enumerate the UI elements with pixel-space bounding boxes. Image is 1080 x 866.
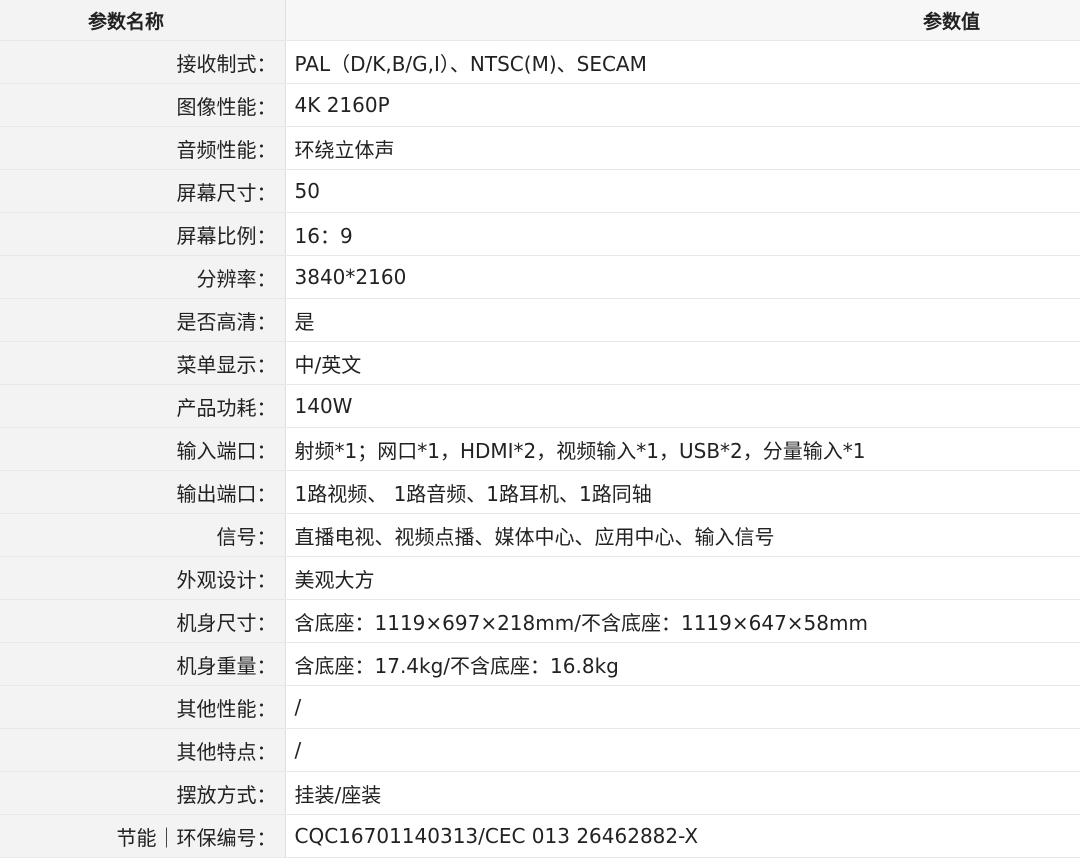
param-name: 产品功耗： bbox=[0, 384, 286, 428]
param-name: 节能｜环保编号： bbox=[0, 814, 286, 858]
param-value: 挂装/座装 bbox=[285, 771, 1080, 815]
param-name: 其他特点： bbox=[0, 728, 286, 772]
table-row: 节能｜环保编号： CQC16701140313/CEC 013 26462882… bbox=[0, 814, 1080, 858]
param-value: / bbox=[285, 685, 1080, 729]
param-value: 中/英文 bbox=[285, 341, 1080, 385]
param-name: 屏幕比例： bbox=[0, 212, 286, 256]
param-name: 屏幕尺寸： bbox=[0, 169, 286, 213]
table-row: 输入端口： 射频*1；网口*1，HDMI*2，视频输入*1，USB*2，分量输入… bbox=[0, 427, 1080, 471]
param-value: 环绕立体声 bbox=[285, 126, 1080, 170]
table-row: 产品功耗： 140W bbox=[0, 384, 1080, 428]
param-value: 是 bbox=[285, 298, 1080, 342]
table-row: 接收制式： PAL（D/K,B/G,I）、NTSC(M)、SECAM bbox=[0, 40, 1080, 84]
param-value: 含底座：17.4kg/不含底座：16.8kg bbox=[285, 642, 1080, 686]
table-row: 是否高清： 是 bbox=[0, 298, 1080, 342]
param-name: 其他性能： bbox=[0, 685, 286, 729]
spec-table-header: 参数名称 参数值 bbox=[0, 0, 1080, 41]
param-name: 菜单显示： bbox=[0, 341, 286, 385]
param-value: 16：9 bbox=[285, 212, 1080, 256]
param-name: 信号： bbox=[0, 513, 286, 557]
param-value: CQC16701140313/CEC 013 26462882-X bbox=[285, 814, 1080, 858]
table-row: 机身尺寸： 含底座：1119×697×218mm/不含底座：1119×647×5… bbox=[0, 599, 1080, 643]
param-value: 4K 2160P bbox=[285, 83, 1080, 127]
param-value: 美观大方 bbox=[285, 556, 1080, 600]
param-value: PAL（D/K,B/G,I）、NTSC(M)、SECAM bbox=[285, 40, 1080, 84]
param-name: 外观设计： bbox=[0, 556, 286, 600]
table-row: 输出端口： 1路视频、 1路音频、1路耳机、1路同轴 bbox=[0, 470, 1080, 514]
param-value: 3840*2160 bbox=[285, 255, 1080, 299]
param-name: 是否高清： bbox=[0, 298, 286, 342]
param-value: 50 bbox=[285, 169, 1080, 213]
param-value: 含底座：1119×697×218mm/不含底座：1119×647×58mm bbox=[285, 599, 1080, 643]
table-row: 摆放方式： 挂装/座装 bbox=[0, 771, 1080, 815]
table-row: 信号： 直播电视、视频点播、媒体中心、应用中心、输入信号 bbox=[0, 513, 1080, 557]
param-value: 140W bbox=[285, 384, 1080, 428]
param-name: 输入端口： bbox=[0, 427, 286, 471]
header-param-name: 参数名称 bbox=[0, 0, 286, 41]
spec-table-body: 接收制式： PAL（D/K,B/G,I）、NTSC(M)、SECAM 图像性能：… bbox=[0, 40, 1080, 858]
header-row: 参数名称 参数值 bbox=[0, 0, 1080, 41]
table-row: 机身重量： 含底座：17.4kg/不含底座：16.8kg bbox=[0, 642, 1080, 686]
param-name: 摆放方式： bbox=[0, 771, 286, 815]
param-value: / bbox=[285, 728, 1080, 772]
table-row: 屏幕尺寸： 50 bbox=[0, 169, 1080, 213]
param-name: 图像性能： bbox=[0, 83, 286, 127]
param-value: 1路视频、 1路音频、1路耳机、1路同轴 bbox=[285, 470, 1080, 514]
table-row: 菜单显示： 中/英文 bbox=[0, 341, 1080, 385]
header-param-value: 参数值 bbox=[285, 0, 1080, 41]
table-row: 屏幕比例： 16：9 bbox=[0, 212, 1080, 256]
param-name: 接收制式： bbox=[0, 40, 286, 84]
param-name: 分辨率： bbox=[0, 255, 286, 299]
param-value: 射频*1；网口*1，HDMI*2，视频输入*1，USB*2，分量输入*1 bbox=[285, 427, 1080, 471]
table-row: 其他特点： / bbox=[0, 728, 1080, 772]
table-row: 音频性能： 环绕立体声 bbox=[0, 126, 1080, 170]
param-name: 机身尺寸： bbox=[0, 599, 286, 643]
table-row: 外观设计： 美观大方 bbox=[0, 556, 1080, 600]
table-row: 分辨率： 3840*2160 bbox=[0, 255, 1080, 299]
table-row: 图像性能： 4K 2160P bbox=[0, 83, 1080, 127]
param-name: 音频性能： bbox=[0, 126, 286, 170]
table-row: 其他性能： / bbox=[0, 685, 1080, 729]
spec-table: 参数名称 参数值 接收制式： PAL（D/K,B/G,I）、NTSC(M)、SE… bbox=[0, 0, 1080, 858]
param-name: 机身重量： bbox=[0, 642, 286, 686]
param-name: 输出端口： bbox=[0, 470, 286, 514]
param-value: 直播电视、视频点播、媒体中心、应用中心、输入信号 bbox=[285, 513, 1080, 557]
